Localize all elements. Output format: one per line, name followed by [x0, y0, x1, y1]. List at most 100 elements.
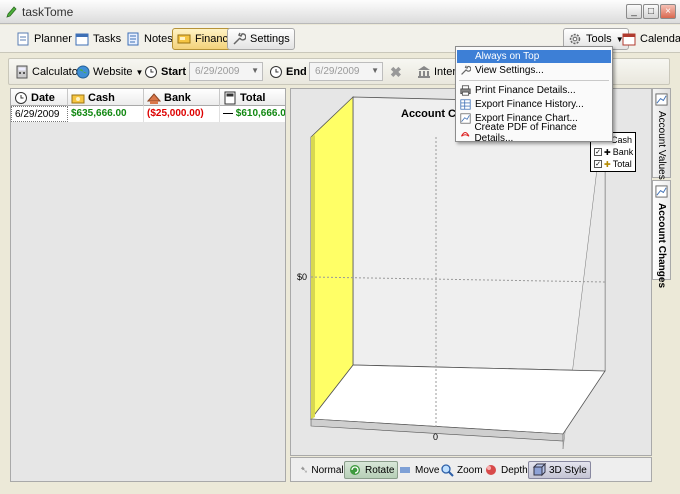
tasks-icon	[75, 33, 89, 46]
column-header-label: Bank	[164, 91, 191, 104]
rotate-icon	[350, 465, 360, 475]
clear-dates-icon[interactable]: ✖	[390, 63, 402, 81]
column-header-total[interactable]: Total	[220, 89, 285, 106]
menu-item-print-finance[interactable]: Print Finance Details...	[457, 84, 611, 97]
cash-icon	[71, 94, 85, 103]
planner-button[interactable]: Planner	[12, 28, 76, 50]
close-button[interactable]: ×	[660, 4, 676, 19]
legend-label: Bank	[612, 147, 634, 157]
website-label: Website	[93, 66, 133, 78]
checkbox-checked-icon[interactable]: ✓	[594, 148, 602, 156]
legend-item-bank[interactable]: ✓ ✚ Bank	[594, 146, 633, 158]
tasks-button[interactable]: Tasks	[71, 28, 125, 50]
calendar-button[interactable]: Calendar	[618, 28, 680, 50]
table-row[interactable]: 6/29/2009 $635,666.00 ($25,000.00) — $61…	[11, 106, 285, 122]
pdf-icon	[461, 131, 470, 137]
start-date-field[interactable]: 6/29/2009 ▼	[189, 62, 263, 81]
chart-icon	[655, 93, 668, 106]
bar-wall	[310, 96, 354, 421]
gear-icon	[569, 33, 581, 45]
legend-label: Cash	[611, 135, 633, 145]
calculator-icon	[16, 65, 28, 79]
chevron-down-icon: ▼	[135, 67, 144, 77]
legend-item-total[interactable]: ✓ ✚ Total	[594, 158, 632, 170]
calculator-label: Calculator	[32, 66, 82, 78]
side-tabs: Account Values Account Changes	[652, 88, 672, 482]
menu-item-always-on-top[interactable]: Always on Top	[457, 50, 611, 63]
menu-separator	[459, 80, 609, 81]
zoom-mode-button[interactable]: Zoom	[437, 461, 486, 479]
clock-icon	[15, 91, 27, 104]
website-button[interactable]: Website ▼	[76, 63, 143, 81]
tab-label: Account Changes	[656, 203, 667, 289]
cell-cash[interactable]: $635,666.00	[68, 106, 144, 122]
cash-bar	[310, 96, 354, 421]
cell-bank[interactable]: ($25,000.00)	[144, 106, 220, 122]
depth-mode-button[interactable]: Depth	[481, 461, 531, 479]
total-prefix: —	[223, 108, 233, 119]
notes-button[interactable]: Notes	[122, 28, 177, 50]
normal-mode-button[interactable]: ➷ Normal	[297, 461, 347, 479]
3d-style-button[interactable]: 3D Style	[528, 461, 591, 479]
chart-title: Account Ch	[401, 108, 463, 120]
normal-label: Normal	[311, 464, 344, 476]
y-tick-label: $0	[297, 272, 307, 282]
menu-item-export-history[interactable]: Export Finance History...	[457, 98, 611, 111]
settings-button[interactable]: Settings	[227, 28, 295, 50]
calendar-label: Calendar	[640, 33, 680, 45]
tab-account-changes[interactable]: Account Changes	[652, 180, 671, 288]
column-header-date[interactable]: Date	[11, 89, 68, 106]
move-label: Move	[415, 464, 440, 476]
table-icon	[460, 99, 471, 110]
start-date-value: 6/29/2009	[195, 66, 240, 77]
rotate-mode-button[interactable]: Rotate	[344, 461, 399, 479]
wrench-icon	[461, 65, 471, 75]
checkbox-checked-icon[interactable]: ✓	[594, 160, 602, 168]
clock-icon	[270, 66, 282, 78]
menu-item-label: View Settings...	[475, 65, 544, 76]
tools-label: Tools	[586, 33, 612, 45]
notes-icon	[127, 32, 139, 46]
menu-item-create-pdf[interactable]: Create PDF of Finance Details...	[457, 122, 611, 144]
end-label: End	[286, 66, 307, 78]
column-header-label: Cash	[88, 91, 115, 104]
legend-item-cash[interactable]: Cash	[611, 134, 632, 146]
pushpin-icon: ✚	[604, 159, 611, 169]
menu-item-view-settings[interactable]: View Settings...	[457, 64, 611, 77]
calculator-button[interactable]: Calculator	[15, 63, 82, 81]
tab-account-values[interactable]: Account Values	[652, 88, 671, 180]
pointer-icon: ➷	[300, 464, 309, 476]
title-bar: taskTome _ □ ×	[0, 0, 680, 24]
menu-item-label: Always on Top	[475, 51, 540, 62]
total-value: $610,666.00	[235, 108, 285, 119]
tab-label: Account Values	[656, 111, 667, 180]
start-label: Start	[161, 66, 187, 78]
cell-date[interactable]: 6/29/2009	[11, 106, 68, 122]
end-date-value: 6/29/2009	[315, 66, 360, 77]
minimize-button[interactable]: _	[626, 4, 642, 19]
pushpin-icon: ✚	[604, 147, 611, 157]
calendar-icon	[622, 33, 636, 46]
chart-icon	[460, 113, 471, 124]
chevron-down-icon[interactable]: ▼	[371, 66, 379, 75]
rotate-label: Rotate	[365, 464, 395, 476]
finance-table: Date Cash Bank Total 6/29/2009 $635,666.…	[10, 88, 286, 482]
window-title: taskTome	[22, 5, 74, 19]
menu-item-label: Create PDF of Finance Details...	[474, 121, 577, 144]
table-header: Date Cash Bank Total	[11, 89, 285, 106]
bank-icon	[147, 92, 161, 104]
move-mode-button[interactable]: Move	[395, 461, 442, 479]
printer-icon	[460, 85, 471, 96]
zoom-label: Zoom	[457, 464, 483, 476]
tasks-label: Tasks	[93, 33, 122, 45]
column-header-bank[interactable]: Bank	[144, 89, 220, 106]
column-header-cash[interactable]: Cash	[68, 89, 144, 106]
column-header-label: Date	[31, 91, 55, 104]
end-date-field[interactable]: 6/29/2009 ▼	[309, 62, 383, 81]
end-label-group: End	[269, 63, 307, 81]
wrench-icon	[233, 32, 246, 45]
cell-total[interactable]: — $610,666.00	[220, 106, 285, 122]
depth-label: Depth	[501, 464, 528, 476]
maximize-button[interactable]: □	[643, 4, 659, 19]
chevron-down-icon[interactable]: ▼	[251, 66, 259, 75]
